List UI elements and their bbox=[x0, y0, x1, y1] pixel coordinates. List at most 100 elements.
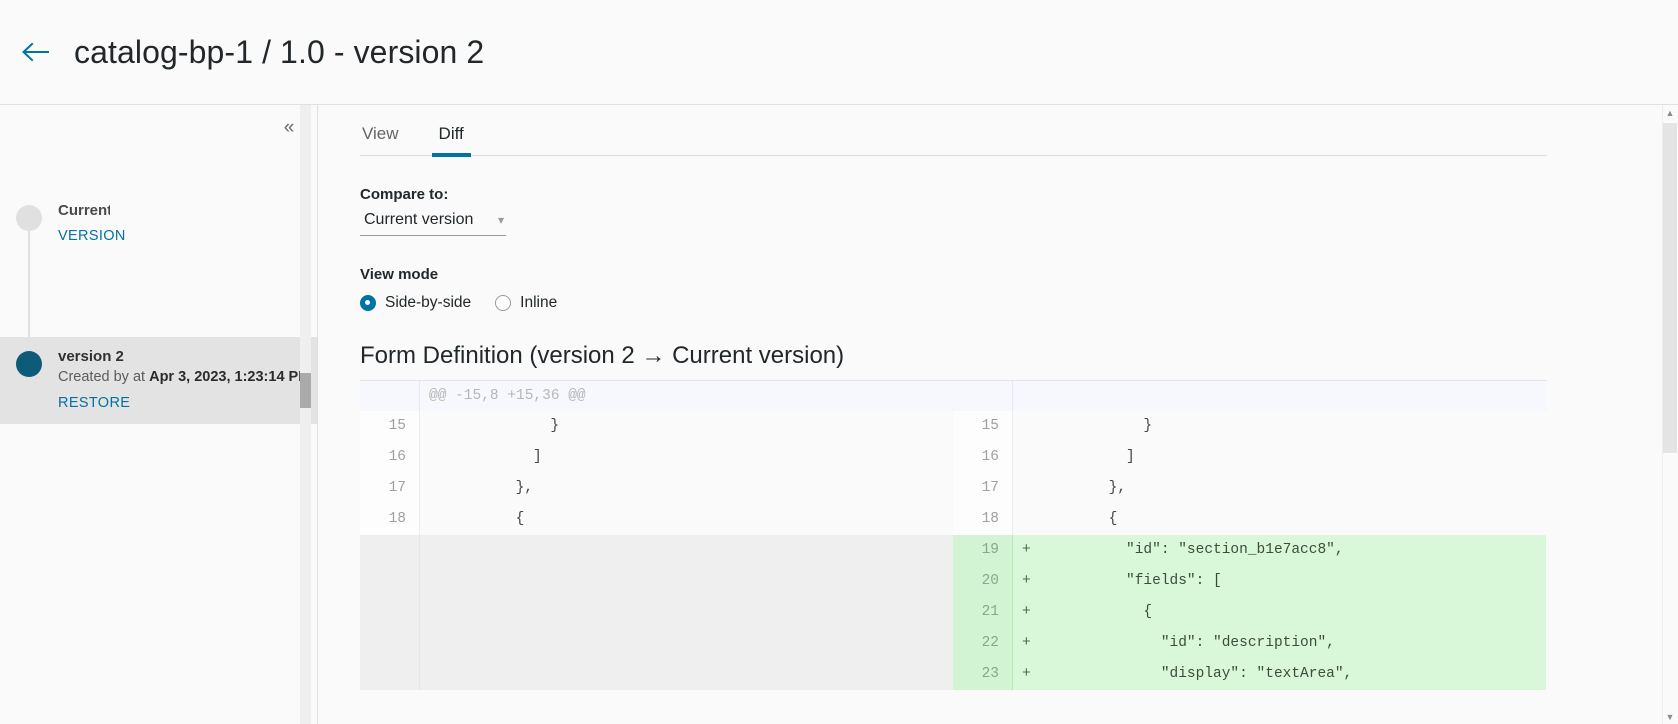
diff-change-sign bbox=[1013, 504, 1039, 535]
diff-pane-left: 18 { bbox=[360, 504, 953, 535]
diff-change-sign: + bbox=[1022, 573, 1031, 589]
diff-row: 16 ] 16 ] bbox=[360, 442, 1547, 473]
diff-change-sign bbox=[420, 473, 446, 504]
diff-section-title: Form Definition (version 2 → Current ver… bbox=[360, 342, 845, 369]
diff-change-sign bbox=[420, 628, 446, 659]
diff-pane-right: 15 } bbox=[953, 411, 1546, 442]
diff-line-number: 15 bbox=[953, 411, 1013, 442]
diff-code-text: }, bbox=[1039, 480, 1127, 496]
page-scrollbar-track[interactable]: ▲ ▼ bbox=[1662, 105, 1678, 724]
radio-mark-icon bbox=[495, 295, 512, 311]
diff-row: 20 + "fields": [ bbox=[360, 566, 1547, 597]
diff-line-number: 23 bbox=[953, 659, 1013, 690]
radio-side-by-side[interactable]: Side-by-side bbox=[360, 294, 471, 312]
page-header: catalog-bp-1 / 1.0 - version 2 bbox=[0, 0, 1678, 104]
diff-change-sign bbox=[420, 659, 446, 690]
diff-pane-left bbox=[360, 628, 953, 659]
diff-pane-left bbox=[360, 659, 953, 690]
chevron-down-icon[interactable]: ▼ bbox=[1662, 709, 1678, 724]
diff-pane-left bbox=[360, 597, 953, 628]
diff-change-sign: + bbox=[1022, 666, 1031, 682]
tab-view[interactable]: View bbox=[360, 124, 401, 155]
diff-code-text: "id": "section_b1e7acc8", bbox=[1039, 542, 1344, 558]
version-item-current[interactable]: Current ver: VERSION bbox=[0, 191, 317, 257]
version-action-link[interactable]: VERSION bbox=[58, 228, 126, 244]
diff-pane-left: 15 } bbox=[360, 411, 953, 442]
timeline-dot bbox=[16, 351, 42, 377]
diff-pane-right: 16 ] bbox=[953, 442, 1546, 473]
diff-line-number: 22 bbox=[953, 628, 1013, 659]
diff-line-number bbox=[360, 659, 420, 690]
diff-row: 19 + "id": "section_b1e7acc8", bbox=[360, 535, 1547, 566]
diff-change-sign: + bbox=[1022, 542, 1031, 558]
timeline-dot bbox=[16, 205, 42, 231]
diff-change-sign bbox=[1013, 442, 1039, 473]
diff-code-text bbox=[446, 566, 953, 597]
diff-code-text: } bbox=[446, 418, 560, 434]
diff-line-number bbox=[360, 628, 420, 659]
diff-line-number bbox=[360, 381, 420, 411]
diff-line-number: 18 bbox=[953, 504, 1013, 535]
radio-inline[interactable]: Inline bbox=[495, 294, 557, 312]
version-item-meta: Created by at Apr 3, 2023, 1:23:14 PM bbox=[58, 367, 310, 388]
diff-line-number: 15 bbox=[360, 411, 420, 442]
diff-hunk-header bbox=[1013, 381, 1022, 411]
radio-label: Side-by-side bbox=[385, 294, 472, 311]
diff-change-sign bbox=[1013, 411, 1039, 442]
diff-change-sign bbox=[420, 504, 446, 535]
diff-code-text: "display": "textArea", bbox=[1039, 666, 1353, 682]
version-item-version-2[interactable]: version 2 Created by at Apr 3, 2023, 1:2… bbox=[0, 337, 317, 424]
diff-change-sign: + bbox=[1022, 635, 1031, 651]
page-title: catalog-bp-1 / 1.0 - version 2 bbox=[74, 33, 485, 70]
diff-row: 22 + "id": "description", bbox=[360, 628, 1547, 659]
diff-line-number: 21 bbox=[953, 597, 1013, 628]
diff-code-text bbox=[446, 659, 953, 690]
diff-pane-left: 16 ] bbox=[360, 442, 953, 473]
diff-line-number bbox=[360, 535, 420, 566]
diff-pane-right: 22 + "id": "description", bbox=[953, 628, 1546, 659]
diff-line-number bbox=[953, 381, 1013, 411]
version-created-by-label: Created by bbox=[58, 369, 129, 385]
page-scrollbar-thumb[interactable] bbox=[1663, 123, 1677, 453]
diff-code-text: }, bbox=[446, 480, 534, 496]
diff-code-text: { bbox=[1039, 604, 1153, 620]
diff-line-number: 20 bbox=[953, 566, 1013, 597]
diff-pane-left: 17 }, bbox=[360, 473, 953, 504]
diff-line-number: 16 bbox=[953, 442, 1013, 473]
chevron-up-icon[interactable]: ▲ bbox=[1662, 105, 1678, 121]
diff-hunk-header: @@ -15,8 +15,36 @@ bbox=[429, 388, 586, 404]
diff-line-number: 17 bbox=[953, 473, 1013, 504]
diff-pane-right: 18 { bbox=[953, 504, 1546, 535]
diff-code-text: } bbox=[1039, 418, 1153, 434]
diff-code-text bbox=[446, 628, 953, 659]
diff-row: 17 }, 17 }, bbox=[360, 473, 1547, 504]
diff-code-text: ] bbox=[446, 449, 542, 465]
radio-label: Inline bbox=[520, 294, 558, 311]
diff-change-sign bbox=[420, 597, 446, 628]
diff-line-number bbox=[360, 566, 420, 597]
radio-mark-icon bbox=[360, 295, 376, 311]
restore-link[interactable]: RESTORE bbox=[58, 395, 130, 411]
diff-line-number: 19 bbox=[953, 535, 1013, 566]
diff-row: 18 {18 { bbox=[360, 504, 1547, 535]
diff-code-text: ] bbox=[1039, 449, 1135, 465]
diff-table: @@ -15,8 +15,36 @@ 15 } 15 } 16 ] 16 ] 17 }, 1… bbox=[360, 380, 1547, 690]
diff-pane-left bbox=[360, 535, 953, 566]
compare-to-value: Current version bbox=[364, 211, 474, 228]
chevron-down-icon: ▾ bbox=[497, 213, 504, 227]
version-at-label: at bbox=[132, 369, 146, 385]
view-mode-radio-group: Side-by-side Inline bbox=[360, 294, 1638, 312]
compare-to-select[interactable]: Current version ▾ bbox=[360, 211, 506, 236]
diff-row: @@ -15,8 +15,36 @@ bbox=[360, 381, 1547, 411]
diff-change-sign: + bbox=[1022, 604, 1031, 620]
diff-change-sign bbox=[420, 566, 446, 597]
arrow-left-icon[interactable] bbox=[14, 30, 58, 74]
sidebar-scrollbar-thumb[interactable] bbox=[300, 373, 311, 408]
diff-row: 15 } 15 } bbox=[360, 411, 1547, 442]
compare-to-label: Compare to: bbox=[360, 186, 449, 203]
tab-diff[interactable]: Diff bbox=[431, 124, 471, 157]
diff-pane-right: 23 + "display": "textArea", bbox=[953, 659, 1546, 690]
sidebar-scrollbar-track[interactable] bbox=[300, 105, 311, 724]
diff-change-sign bbox=[420, 442, 446, 473]
view-mode-label: View mode bbox=[360, 266, 439, 283]
